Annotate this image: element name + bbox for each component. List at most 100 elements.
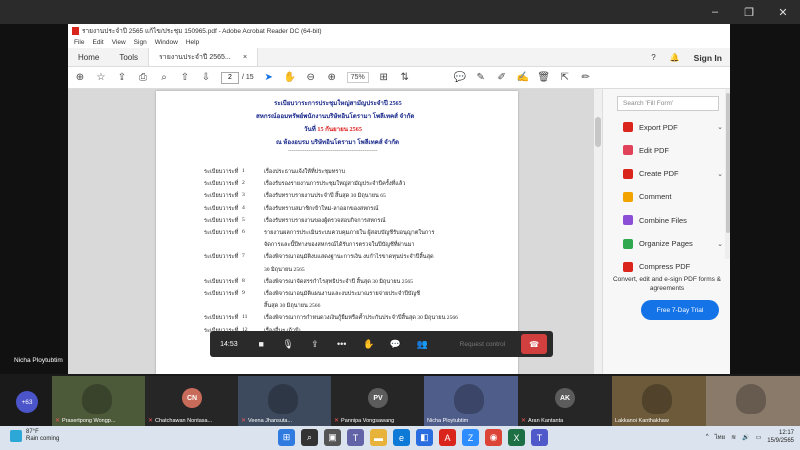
highlight-icon[interactable]: ✎	[475, 72, 487, 84]
chevron-down-icon[interactable]: ⌄	[717, 170, 723, 178]
wifi-icon[interactable]: ≋	[731, 434, 736, 441]
participant-tile[interactable]: CN ✕ Chatchawan Nontasa...	[145, 376, 239, 426]
tools-scrollbar[interactable]	[725, 89, 730, 259]
agenda-number: 8	[242, 277, 245, 284]
chrome-icon[interactable]: ◉	[485, 429, 502, 446]
menu-help[interactable]: Help	[186, 39, 199, 46]
edge-icon[interactable]: e	[393, 429, 410, 446]
more-participants-tile[interactable]: +63	[0, 376, 52, 426]
restore-icon[interactable]: ❐	[732, 0, 766, 24]
file-explorer-icon[interactable]: ▬	[370, 429, 387, 446]
tab-tools[interactable]: Tools	[109, 48, 148, 66]
sign-in-button[interactable]: Sign In	[694, 53, 722, 63]
zoom-out-icon[interactable]: ⊖	[305, 72, 317, 84]
tools-scroll-thumb[interactable]	[726, 93, 730, 233]
edit-icon[interactable]: ✏	[580, 72, 592, 84]
more-options-icon[interactable]: •••	[328, 331, 355, 357]
tool-icon	[623, 238, 633, 249]
teams-chat-icon[interactable]: T	[531, 429, 548, 446]
participant-tile[interactable]	[706, 376, 800, 426]
menu-sign[interactable]: Sign	[134, 39, 147, 46]
menu-window[interactable]: Window	[155, 39, 178, 46]
mic-muted-icon[interactable]: 🎙	[275, 331, 302, 357]
tool-item[interactable]: Compress PDF	[623, 261, 723, 272]
select-cursor-icon[interactable]: ➤	[263, 72, 275, 84]
task-view-icon[interactable]: ▣	[324, 429, 341, 446]
notifications-icon[interactable]: 🔔	[670, 53, 680, 62]
scroll-thumb[interactable]	[595, 117, 601, 147]
free-trial-button[interactable]: Free 7-Day Trial	[641, 300, 719, 320]
agenda-text: รายงานผลการประเมินระบบควบคุมภายใน ผู้สอบ…	[264, 230, 435, 236]
participant-tile[interactable]: Nicha Ploytubtim	[424, 376, 518, 426]
participant-tile[interactable]: AK ✕ Aran Kantanta	[518, 376, 612, 426]
draw-icon[interactable]: ✐	[496, 72, 508, 84]
tool-item[interactable]: Edit PDF	[623, 145, 723, 156]
participant-tile[interactable]: Lakkanoi Kanthakhaw	[612, 376, 706, 426]
language-indicator[interactable]: ไทย	[715, 432, 726, 442]
tab-document[interactable]: รายงานประจำปี 2565... ×	[148, 48, 259, 66]
clock[interactable]: 12:17 15/9/2565	[767, 429, 794, 445]
zoom-in-icon[interactable]: ⊕	[326, 72, 338, 84]
page-down-icon[interactable]: ⇩	[200, 72, 212, 84]
agenda-text: เรื่องรับทราบสมาชิกเข้าใหม่-ลาออกของสหกร…	[264, 205, 379, 212]
weather-temp: 87°F	[26, 429, 39, 435]
bookmark-star-icon[interactable]: ☆	[95, 72, 107, 84]
mic-muted-icon: ✕	[55, 418, 61, 424]
chevron-down-icon[interactable]: ⌄	[717, 123, 723, 131]
request-control-button[interactable]: Request control	[444, 341, 522, 348]
help-icon[interactable]: ?	[651, 53, 655, 62]
participant-name-row: ✕ Chatchawan Nontasa...	[148, 417, 212, 425]
create-icon[interactable]: ⊕	[74, 72, 86, 84]
menu-view[interactable]: View	[112, 39, 126, 46]
search-icon[interactable]: ⌕	[301, 429, 318, 446]
agenda-number: 6	[242, 229, 245, 235]
zoom-taskbar-icon[interactable]: Z	[462, 429, 479, 446]
acrobat-taskbar-icon[interactable]: A	[439, 429, 456, 446]
print-icon[interactable]: ⎙	[137, 72, 149, 84]
tools-search-input[interactable]: Search 'Fill Form'	[617, 96, 719, 111]
page-number-input[interactable]	[221, 71, 239, 84]
zoom-level[interactable]: 75%	[346, 72, 369, 83]
export-icon[interactable]: ⇱	[559, 72, 571, 84]
participants-icon[interactable]: 👥	[409, 331, 436, 357]
teams-icon[interactable]: T	[347, 429, 364, 446]
menu-file[interactable]: File	[74, 39, 84, 46]
document-scrollbar[interactable]	[594, 89, 602, 374]
minimize-icon[interactable]: –	[698, 0, 732, 24]
close-icon[interactable]: ✕	[766, 0, 800, 24]
participant-tile[interactable]: PV ✕ Pannipa Vongsawang	[331, 376, 425, 426]
tab-home[interactable]: Home	[68, 48, 109, 66]
fit-page-icon[interactable]: ⊞	[378, 72, 390, 84]
chevron-down-icon[interactable]: ⌄	[717, 240, 723, 248]
tray-chevron-icon[interactable]: ^	[706, 434, 709, 440]
page-up-icon[interactable]: ⇧	[179, 72, 191, 84]
tool-item[interactable]: Combine Files	[623, 215, 723, 226]
tool-item[interactable]: Organize Pages ⌄	[623, 238, 723, 249]
battery-icon[interactable]: ▭	[756, 434, 762, 441]
excel-icon[interactable]: X	[508, 429, 525, 446]
video-camera-icon[interactable]: ■	[248, 331, 275, 357]
fill-sign-icon[interactable]: ✍	[516, 72, 528, 84]
leave-meeting-button[interactable]: ☎	[521, 334, 548, 354]
scroll-mode-icon[interactable]: ⇅	[399, 72, 411, 84]
weather-widget[interactable]: 87°F Rain coming	[10, 429, 59, 443]
tool-item[interactable]: Create PDF ⌄	[623, 168, 723, 179]
chat-icon[interactable]: 💬	[382, 331, 409, 357]
start-icon[interactable]: ⊞	[278, 429, 295, 446]
participant-tile[interactable]: ✕ Veena Jhansuta...	[238, 376, 332, 426]
delete-icon[interactable]: 🗑	[537, 72, 550, 84]
participant-tile[interactable]: ✕ Prasertpong Wongp...	[52, 376, 146, 426]
comment-icon[interactable]: 💬	[453, 72, 465, 84]
store-icon[interactable]: ◧	[416, 429, 433, 446]
tab-close-icon[interactable]: ×	[243, 54, 247, 61]
search-icon[interactable]: ⌕	[158, 72, 170, 84]
raise-hand-icon[interactable]: ✋	[355, 331, 382, 357]
doc-header-2: สหกรณ์ออมทรัพย์พนักงานบริษัทอินโดรามา โพ…	[256, 113, 415, 120]
tool-item[interactable]: Comment	[623, 191, 723, 202]
volume-icon[interactable]: 🔊	[742, 434, 749, 441]
tool-item[interactable]: Export PDF ⌄	[623, 122, 723, 132]
upload-icon[interactable]: ⇪	[116, 72, 128, 84]
hand-tool-icon[interactable]: ✋	[283, 72, 295, 84]
menu-edit[interactable]: Edit	[92, 39, 103, 46]
share-screen-icon[interactable]: ⇪	[301, 331, 328, 357]
